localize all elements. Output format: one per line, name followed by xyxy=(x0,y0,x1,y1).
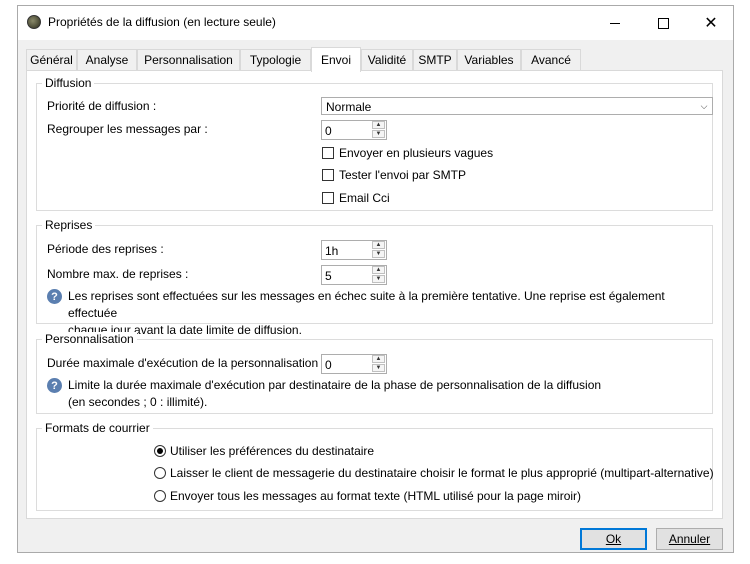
test-smtp-label: Tester l'envoi par SMTP xyxy=(339,168,467,182)
format-option-multipart[interactable]: Laisser le client de messagerie du desti… xyxy=(154,466,714,480)
duration-info-line2: (en secondes ; 0 : illimité). xyxy=(68,395,208,409)
cancel-button[interactable]: Annuler xyxy=(656,528,723,550)
tab-panel-envoi: Diffusion Priorité de diffusion : Normal… xyxy=(26,70,723,519)
window-title: Propriétés de la diffusion (en lecture s… xyxy=(48,15,276,29)
minimize-button[interactable] xyxy=(592,6,638,40)
retry-period-label: Période des reprises : xyxy=(47,242,164,256)
maximize-button[interactable] xyxy=(640,6,686,40)
max-duration-stepper[interactable]: 0 ▲ ▼ xyxy=(321,354,387,374)
format-option2-label: Laisser le client de messagerie du desti… xyxy=(170,466,714,480)
tab-smtp[interactable]: SMTP xyxy=(413,49,457,70)
group-reprises: Reprises Période des reprises : 1h ▲ ▼ No… xyxy=(36,218,713,337)
max-duration-label: Durée maximale d'exécution de la personn… xyxy=(47,356,325,370)
format-option-text[interactable]: Envoyer tous les messages au format text… xyxy=(154,489,581,503)
info-icon: ? xyxy=(47,378,62,393)
info-icon: ? xyxy=(47,289,62,304)
radio-selected xyxy=(154,445,166,457)
tab-analyse[interactable]: Analyse xyxy=(77,49,137,70)
duration-info-text: Limite la durée maximale d'exécution par… xyxy=(68,377,601,411)
retry-info-line2: chaque jour avant la date limite de diff… xyxy=(68,323,302,337)
waves-checkbox[interactable]: Envoyer en plusieurs vagues xyxy=(322,146,493,160)
max-retries-value: 5 xyxy=(325,269,332,283)
email-cci-checkbox[interactable]: Email Cci xyxy=(322,191,390,205)
retry-info-text: Les reprises sont effectuées sur les mes… xyxy=(68,288,712,339)
tab-validite[interactable]: Validité xyxy=(361,49,413,70)
test-smtp-checkbox[interactable]: Tester l'envoi par SMTP xyxy=(322,168,466,182)
priority-select[interactable]: Normale ⌵ xyxy=(321,97,713,115)
retry-period-value: 1h xyxy=(325,244,339,258)
group-title-reprises: Reprises xyxy=(42,218,96,232)
format-option-preferences[interactable]: Utiliser les préférences du destinataire xyxy=(154,444,374,458)
group-title-diffusion: Diffusion xyxy=(42,76,95,90)
group-title-formats: Formats de courrier xyxy=(42,421,153,435)
tab-avance[interactable]: Avancé xyxy=(521,49,581,70)
stepper-down-icon[interactable]: ▼ xyxy=(372,364,385,372)
minimize-icon xyxy=(610,22,620,24)
tab-typologie[interactable]: Typologie xyxy=(240,49,311,70)
tab-variables[interactable]: Variables xyxy=(457,49,521,70)
chevron-down-icon: ⌵ xyxy=(700,100,708,111)
duration-info-line1: Limite la durée maximale d'exécution par… xyxy=(68,378,602,392)
radio-unselected xyxy=(154,490,166,502)
stepper-down-icon[interactable]: ▼ xyxy=(372,250,385,258)
group-title-personnalisation: Personnalisation xyxy=(42,332,137,346)
stepper-up-icon[interactable]: ▲ xyxy=(372,266,385,274)
test-smtp-checkbox-box xyxy=(322,169,334,181)
group-personnalisation: Personnalisation Durée maximale d'exécut… xyxy=(36,332,713,414)
maximize-icon xyxy=(657,17,669,29)
priority-label: Priorité de diffusion : xyxy=(47,99,157,113)
stepper-down-icon[interactable]: ▼ xyxy=(372,275,385,283)
stepper-up-icon[interactable]: ▲ xyxy=(372,121,385,129)
format-option1-label: Utiliser les préférences du destinataire xyxy=(170,444,375,458)
tab-personnalisation[interactable]: Personnalisation xyxy=(137,49,240,70)
cancel-label: Annuler xyxy=(668,532,711,546)
stepper-up-icon[interactable]: ▲ xyxy=(372,241,385,249)
group-by-stepper[interactable]: 0 ▲ ▼ xyxy=(321,120,387,140)
app-icon xyxy=(27,15,41,29)
ok-button[interactable]: Ok xyxy=(580,528,647,550)
waves-label: Envoyer en plusieurs vagues xyxy=(339,146,494,160)
waves-checkbox-box xyxy=(322,147,334,159)
max-duration-value: 0 xyxy=(325,358,332,372)
title-bar: Propriétés de la diffusion (en lecture s… xyxy=(18,6,733,40)
close-icon: ✕ xyxy=(704,15,718,32)
group-by-value: 0 xyxy=(325,124,332,138)
dialog-window: Propriétés de la diffusion (en lecture s… xyxy=(17,5,734,553)
max-retries-stepper[interactable]: 5 ▲ ▼ xyxy=(321,265,387,285)
group-diffusion: Diffusion Priorité de diffusion : Normal… xyxy=(36,76,713,211)
format-option3-label: Envoyer tous les messages au format text… xyxy=(170,489,582,503)
stepper-down-icon[interactable]: ▼ xyxy=(372,130,385,138)
email-cci-label: Email Cci xyxy=(339,191,390,205)
close-button[interactable]: ✕ xyxy=(688,6,734,40)
tab-general[interactable]: Général xyxy=(26,49,77,70)
priority-value: Normale xyxy=(326,100,372,114)
group-formats: Formats de courrier Utiliser les préfére… xyxy=(36,421,714,511)
retry-period-stepper[interactable]: 1h ▲ ▼ xyxy=(321,240,387,260)
ok-label: Ok xyxy=(605,532,622,546)
email-cci-checkbox-box xyxy=(322,192,334,204)
max-retries-label: Nombre max. de reprises : xyxy=(47,267,189,281)
tab-envoi[interactable]: Envoi xyxy=(311,47,361,72)
stepper-up-icon[interactable]: ▲ xyxy=(372,355,385,363)
retry-info-line1: Les reprises sont effectuées sur les mes… xyxy=(68,289,665,320)
group-by-label: Regrouper les messages par : xyxy=(47,122,208,136)
radio-unselected xyxy=(154,467,166,479)
